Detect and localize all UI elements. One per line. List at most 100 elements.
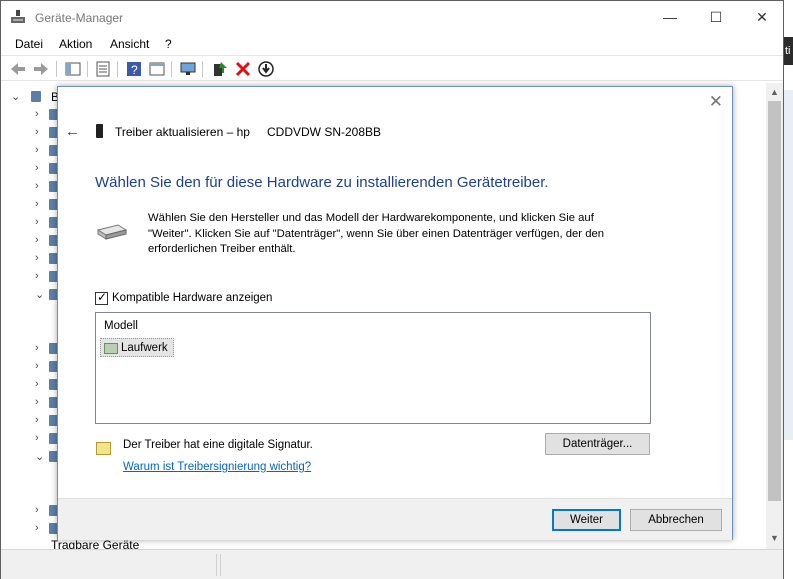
background-window-edge: ti <box>783 0 793 579</box>
minimize-button[interactable]: — <box>647 1 693 33</box>
model-list-item[interactable]: Laufwerk <box>100 338 174 357</box>
tree-item[interactable]: › <box>1 412 61 430</box>
toolbar-separator <box>56 61 57 77</box>
cancel-button[interactable]: Abbrechen <box>630 509 722 531</box>
tree-item[interactable]: › <box>1 358 61 376</box>
tree-item[interactable]: › <box>1 160 61 178</box>
chevron-right-icon[interactable]: › <box>35 162 39 174</box>
chevron-right-icon[interactable]: › <box>35 342 39 354</box>
tree-item[interactable]: › <box>1 250 61 268</box>
scroll-up-icon[interactable]: ▲ <box>770 87 779 97</box>
background-window-titlebar: ti <box>783 37 793 65</box>
model-list-item-label: Laufwerk <box>121 342 168 354</box>
chevron-right-icon[interactable]: › <box>35 126 39 138</box>
chevron-right-icon[interactable]: › <box>35 432 39 444</box>
chevron-right-icon[interactable]: › <box>35 144 39 156</box>
forward-arrow-icon[interactable] <box>32 60 50 78</box>
tree-item-expanded[interactable]: ⌄ <box>1 448 61 466</box>
status-segment <box>1 554 217 576</box>
background-window-text: ti <box>785 45 791 57</box>
scroll-down-icon[interactable]: ▼ <box>770 533 779 543</box>
svg-text:?: ? <box>131 63 138 77</box>
chevron-down-icon[interactable]: ⌄ <box>35 288 44 301</box>
status-segment <box>217 554 221 576</box>
back-arrow-button[interactable]: ← <box>65 123 80 140</box>
compatible-hardware-label[interactable]: Kompatible Hardware anzeigen <box>112 292 272 304</box>
tree-item[interactable]: › <box>1 142 61 160</box>
chevron-right-icon[interactable]: › <box>35 180 39 192</box>
tree-item[interactable]: › <box>1 268 61 286</box>
wizard-title: Treiber aktualisieren – hp <box>115 125 250 139</box>
signature-status-text: Der Treiber hat eine digitale Signatur. <box>123 439 313 451</box>
tree-item[interactable]: › <box>1 106 61 124</box>
monitor-icon[interactable] <box>179 60 197 78</box>
disable-device-icon[interactable] <box>257 60 275 78</box>
chevron-right-icon[interactable]: › <box>35 396 39 408</box>
model-list[interactable]: Modell Laufwerk <box>95 312 651 424</box>
menu-ansicht[interactable]: Ansicht <box>110 37 149 51</box>
chevron-right-icon[interactable]: › <box>35 252 39 264</box>
chevron-right-icon[interactable]: › <box>35 360 39 372</box>
model-column-header: Modell <box>104 320 138 332</box>
signature-info-link[interactable]: Warum ist Treibersignierung wichtig? <box>123 461 311 473</box>
signature-certificate-icon <box>96 442 111 455</box>
background-window-content <box>783 90 793 440</box>
tree-item[interactable]: › <box>1 232 61 250</box>
chevron-right-icon[interactable]: › <box>35 378 39 390</box>
tree-item[interactable]: › <box>1 430 61 448</box>
tree-item[interactable]: › <box>1 376 61 394</box>
menu-datei[interactable]: Datei <box>15 37 43 51</box>
menu-bar: Datei Aktion Ansicht ? <box>1 34 783 54</box>
properties-icon[interactable] <box>94 60 112 78</box>
maximize-button[interactable]: ☐ <box>693 1 739 33</box>
tree-item[interactable]: › <box>1 214 61 232</box>
chevron-right-icon[interactable]: › <box>35 270 39 282</box>
chevron-right-icon[interactable]: › <box>35 108 39 120</box>
help-icon[interactable]: ? <box>125 60 143 78</box>
close-button[interactable]: ✕ <box>739 1 785 33</box>
dialog-close-button[interactable]: ✕ <box>709 93 723 110</box>
tree-item-expanded[interactable]: ⌄ <box>1 286 61 304</box>
menu-aktion[interactable]: Aktion <box>59 37 92 51</box>
chevron-right-icon[interactable]: › <box>35 522 39 534</box>
tree-scrollbar[interactable]: ▲ ▼ <box>766 83 783 549</box>
dialog-footer: Weiter Abbrechen <box>58 498 732 540</box>
chevron-down-icon[interactable]: ⌄ <box>11 90 20 103</box>
tree-item[interactable]: › <box>1 196 61 214</box>
tree-item[interactable]: › <box>1 520 61 538</box>
toolbar-separator <box>87 61 88 77</box>
window-title: Geräte-Manager <box>35 11 124 25</box>
toolbar-separator <box>202 61 203 77</box>
back-arrow-icon[interactable] <box>9 60 27 78</box>
chevron-right-icon[interactable]: › <box>35 198 39 210</box>
tree-root-item[interactable]: ⌄ B <box>1 88 61 106</box>
computer-icon <box>31 91 41 102</box>
next-button[interactable]: Weiter <box>552 509 621 531</box>
tree-item[interactable]: › <box>1 178 61 196</box>
tree-item[interactable]: › <box>1 124 61 142</box>
console-view-icon[interactable] <box>148 60 166 78</box>
uninstall-device-icon[interactable] <box>234 60 252 78</box>
compatible-hardware-checkbox[interactable] <box>95 290 108 305</box>
tree-item[interactable]: › <box>1 502 61 520</box>
show-hide-console-tree-icon[interactable] <box>64 60 82 78</box>
update-driver-dialog: ✕ ← Treiber aktualisieren – hp CDDVDW SN… <box>57 86 733 540</box>
chevron-right-icon[interactable]: › <box>35 414 39 426</box>
menu-help[interactable]: ? <box>165 37 172 51</box>
chevron-right-icon[interactable]: › <box>35 234 39 246</box>
update-driver-icon[interactable] <box>211 60 229 78</box>
title-bar: Geräte-Manager — ☐ ✕ <box>1 1 783 34</box>
have-disk-button[interactable]: Datenträger... <box>545 433 650 455</box>
tree-item[interactable]: › <box>1 340 61 358</box>
chevron-right-icon[interactable]: › <box>35 216 39 228</box>
instruction-text: Wählen Sie den Hersteller und das Modell… <box>148 212 605 255</box>
dialog-heading: Wählen Sie den für diese Hardware zu ins… <box>95 174 549 191</box>
toolbar: ? <box>1 55 783 81</box>
status-bar <box>1 549 783 579</box>
device-name: CDDVDW SN-208BB <box>267 125 382 139</box>
tree-item[interactable]: › <box>1 394 61 412</box>
optical-drive-icon <box>96 224 128 240</box>
scrollbar-thumb[interactable] <box>768 101 781 501</box>
chevron-right-icon[interactable]: › <box>35 504 39 516</box>
chevron-down-icon[interactable]: ⌄ <box>35 450 44 463</box>
